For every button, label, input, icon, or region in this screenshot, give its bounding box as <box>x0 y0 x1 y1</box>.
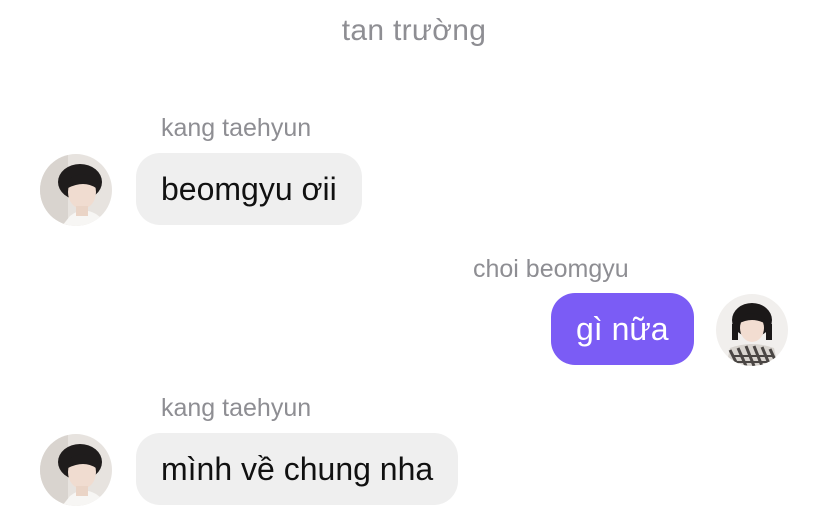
avatar[interactable] <box>40 154 112 226</box>
sender-name: kang taehyun <box>161 114 312 142</box>
sender-name: kang taehyun <box>161 394 312 422</box>
avatar[interactable] <box>40 434 112 506</box>
message-bubble[interactable]: beomgyu ơii <box>136 153 362 225</box>
conversation-timestamp: tan trường <box>341 14 487 47</box>
message-bubble[interactable]: mình về chung nha <box>136 433 459 505</box>
avatar[interactable] <box>716 294 788 366</box>
chat-thread: tan trường kang taehyun beomgyu ơii choi… <box>0 0 828 520</box>
sender-name: choi beomgyu <box>473 255 629 283</box>
message-bubble[interactable]: gì nữa <box>551 293 694 365</box>
